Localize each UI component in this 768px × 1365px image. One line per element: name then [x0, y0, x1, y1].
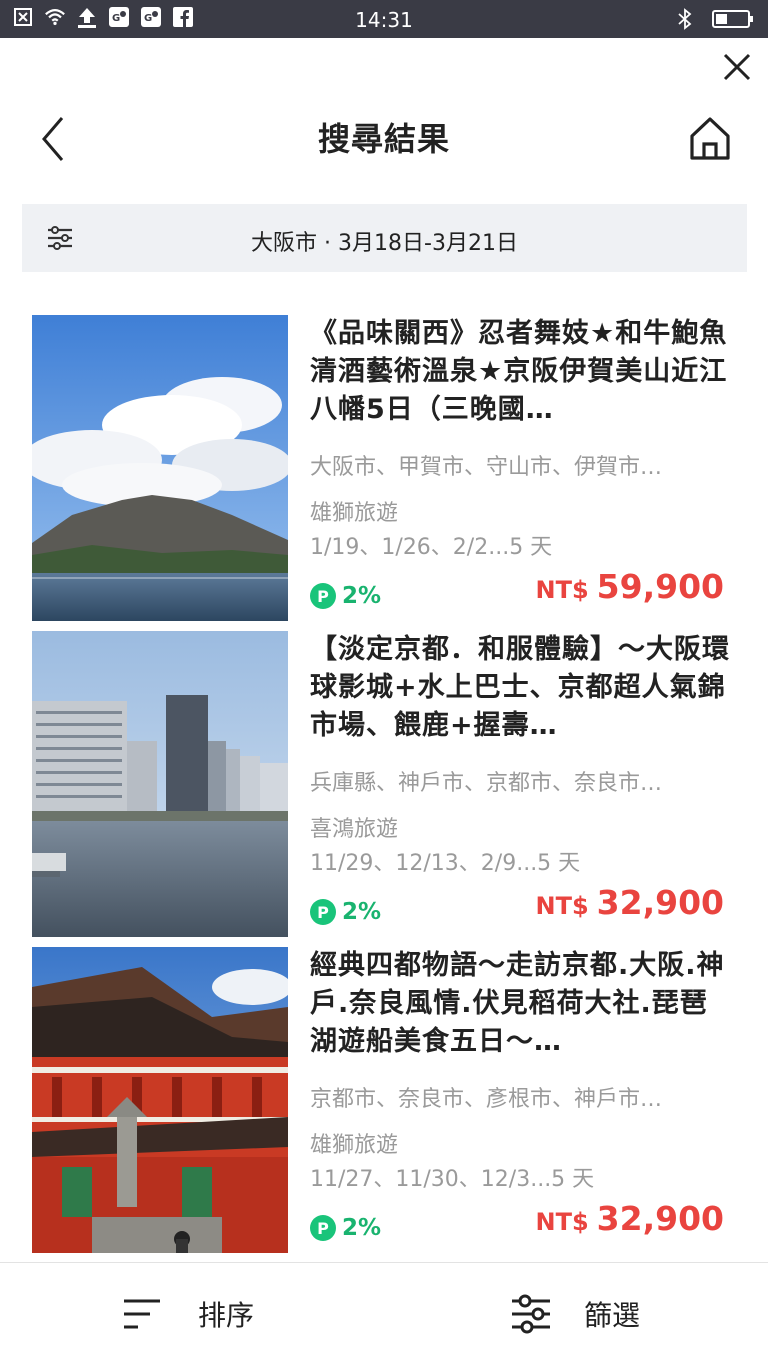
points-reward: P 2% — [310, 899, 381, 925]
tour-agency: 雄獅旅遊 — [310, 501, 399, 526]
search-summary-text: 大阪市 · 3月18日-3月21日 — [251, 231, 518, 256]
tour-image-city — [32, 631, 288, 937]
close-icon — [723, 53, 751, 81]
bluetooth-icon — [674, 8, 696, 30]
tour-price: NT$ 32,900 — [536, 883, 725, 922]
filter-button[interactable]: 篩選 — [510, 1291, 640, 1337]
price-currency: NT$ — [535, 576, 589, 604]
status-bar: G G 14:31 — [0, 0, 768, 38]
sort-icon — [124, 1299, 160, 1329]
clock: 14:31 — [355, 8, 413, 32]
points-p-icon: P — [310, 583, 336, 609]
tour-dates: 11/27、11/30、12/3...5 天 — [310, 1167, 595, 1192]
tour-locations: 京都市、奈良市、彥根市、神戶市… — [310, 1087, 663, 1112]
tour-agency: 雄獅旅遊 — [310, 1133, 399, 1158]
tour-image-shrine — [32, 947, 288, 1253]
tour-agency: 喜鴻旅遊 — [310, 817, 399, 842]
filter-label: 篩選 — [584, 1299, 641, 1332]
points-p-icon: P — [310, 1215, 336, 1241]
list-item[interactable]: 經典四都物語～走訪京都.大阪.神戶.奈良風情.伏見稻荷大社.琵琶湖遊船美食五日～… — [32, 947, 732, 1253]
list-item[interactable]: 《品味關西》忍者舞妓★和牛鮑魚清酒藝術溫泉★京阪伊賀美山近江八幡5日（三晚國… … — [32, 315, 732, 621]
price-currency: NT$ — [535, 1208, 589, 1236]
points-value: 2% — [342, 1215, 382, 1241]
tour-title: 經典四都物語～走訪京都.大阪.神戶.奈良風情.伏見稻荷大社.琵琶湖遊船美食五日～… — [310, 950, 725, 1057]
tour-dates: 11/29、12/13、2/9...5 天 — [310, 851, 581, 876]
tour-title: 【淡定京都．和服體驗】～大阪環球影城+水上巴士、京都超人氣錦市場、餵鹿+握壽… — [310, 634, 730, 741]
tour-title: 《品味關西》忍者舞妓★和牛鮑魚清酒藝術溫泉★京阪伊賀美山近江八幡5日（三晚國… — [310, 318, 728, 425]
home-button[interactable] — [688, 114, 732, 162]
price-currency: NT$ — [535, 892, 589, 920]
points-value: 2% — [342, 583, 382, 609]
tour-locations: 大阪市、甲賀市、守山市、伊賀市… — [310, 455, 663, 480]
price-value: 32,900 — [596, 1199, 724, 1238]
points-p-icon: P — [310, 899, 336, 925]
page-title: 搜尋結果 — [317, 120, 450, 158]
tour-price: NT$ 59,900 — [536, 567, 725, 606]
tour-image-volcano — [32, 315, 288, 621]
bottom-action-bar: 排序 篩選 — [0, 1262, 768, 1365]
points-value: 2% — [342, 899, 382, 925]
sort-label: 排序 — [198, 1299, 255, 1332]
battery-icon — [712, 8, 754, 30]
close-button[interactable] — [720, 50, 754, 84]
points-reward: P 2% — [310, 583, 381, 609]
tour-dates: 1/19、1/26、2/2...5 天 — [310, 535, 553, 560]
price-value: 32,900 — [596, 883, 724, 922]
home-icon — [690, 117, 730, 160]
sort-button[interactable]: 排序 — [122, 1291, 254, 1337]
list-item[interactable]: 【淡定京都．和服體驗】～大阪環球影城+水上巴士、京都超人氣錦市場、餵鹿+握壽… … — [32, 631, 732, 937]
tour-locations: 兵庫縣、神戶市、京都市、奈良市… — [310, 771, 663, 796]
price-value: 59,900 — [596, 567, 724, 606]
sliders-icon — [512, 1294, 550, 1334]
search-summary-bar[interactable]: 大阪市 · 3月18日-3月21日 — [22, 204, 747, 272]
points-reward: P 2% — [310, 1215, 381, 1241]
tour-price: NT$ 32,900 — [536, 1199, 725, 1238]
